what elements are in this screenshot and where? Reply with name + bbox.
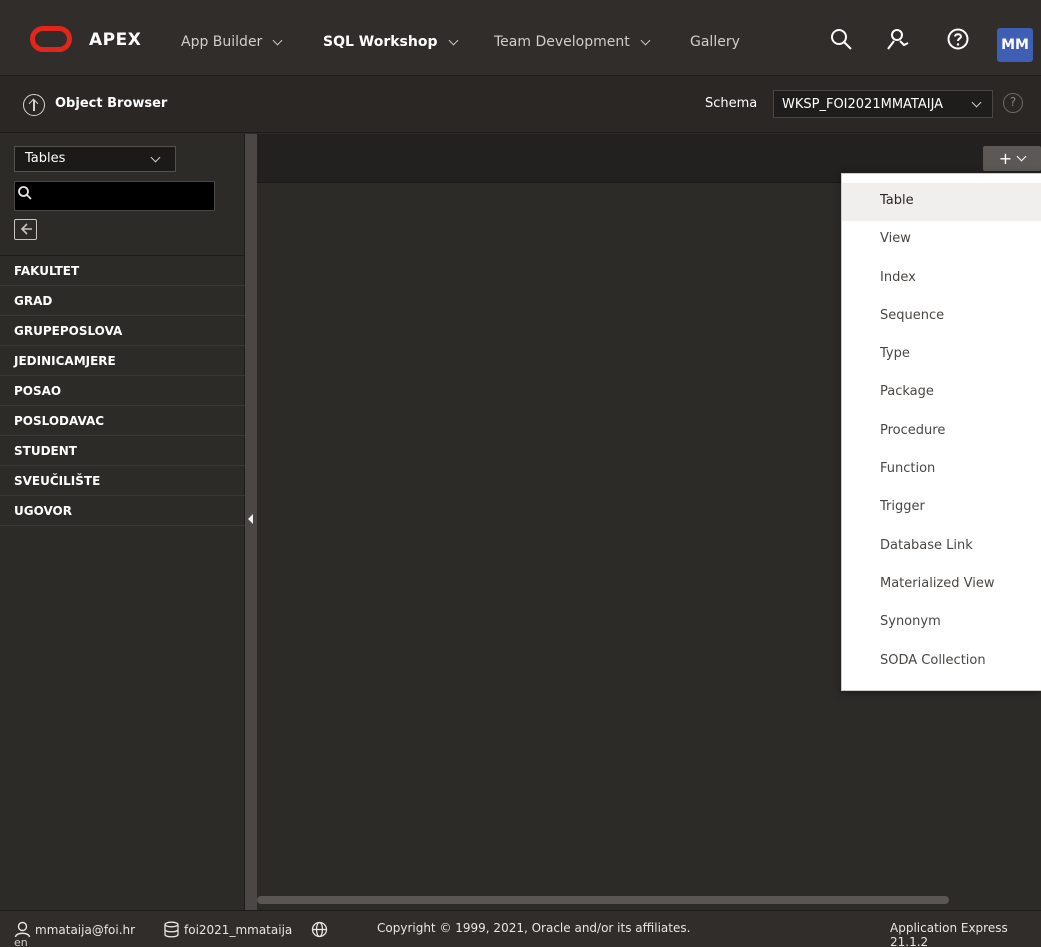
table-list-item[interactable]: POSAO <box>0 376 245 406</box>
chevron-down-icon <box>640 35 651 45</box>
menu-item-table[interactable]: Table <box>842 183 1041 222</box>
menu-item-index[interactable]: Index <box>842 260 1041 298</box>
up-arrow-icon[interactable] <box>23 94 45 116</box>
panel-splitter[interactable] <box>245 134 257 910</box>
apex-app: APEX App Builder SQL Workshop Team Devel… <box>0 0 1041 947</box>
table-list-item[interactable]: UGOVOR <box>0 496 245 526</box>
database-icon <box>164 921 179 938</box>
menu-item-database-link[interactable]: Database Link <box>842 528 1041 566</box>
nav-team-development[interactable]: Team Development <box>494 34 651 50</box>
table-list-item[interactable]: STUDENT <box>0 436 245 466</box>
table-list-item[interactable]: GRAD <box>0 286 245 316</box>
object-type-select[interactable]: Tables <box>14 146 176 172</box>
menu-item-view[interactable]: View <box>842 221 1041 259</box>
create-object-menu: Table View Index Sequence Type Package P… <box>841 173 1041 691</box>
chevron-down-icon <box>448 35 458 45</box>
copyright-text: Copyright © 1999, 2021, Oracle and/or it… <box>377 921 691 935</box>
user-icon <box>14 921 31 938</box>
footer-workspace-label: foi2021_mmataija <box>184 922 293 937</box>
brand-title[interactable]: APEX <box>89 30 141 50</box>
nav-gallery[interactable]: Gallery <box>690 34 740 50</box>
nav-label: App Builder <box>181 34 263 50</box>
table-list-item[interactable]: JEDINICAMJERE <box>0 346 245 376</box>
menu-item-trigger[interactable]: Trigger <box>842 489 1041 527</box>
object-list-panel: Tables FAKULTET GRAD GRUPEPOSLOVA JEDINI… <box>0 134 245 910</box>
menu-item-function[interactable]: Function <box>842 451 1041 489</box>
nav-label: Gallery <box>690 34 740 50</box>
schema-select[interactable]: WKSP_FOI2021MMATAIJA <box>773 90 993 118</box>
table-list-item[interactable]: FAKULTET <box>0 256 245 286</box>
admin-user-icon[interactable] <box>886 27 910 51</box>
object-search-input[interactable] <box>14 181 215 211</box>
menu-item-sequence[interactable]: Sequence <box>842 298 1041 336</box>
plus-icon: + <box>998 149 1013 168</box>
help-icon[interactable] <box>946 27 970 51</box>
menu-item-soda-collection[interactable]: SODA Collection <box>842 643 1041 681</box>
nav-sql-workshop[interactable]: SQL Workshop <box>323 34 458 50</box>
table-list-item[interactable]: SVEUČILIŠTE <box>0 466 245 496</box>
footer-user-label: mmataija@foi.hr <box>35 922 136 937</box>
collapse-left-arrow-icon[interactable] <box>248 514 253 524</box>
table-list-item[interactable]: POSLODAVAC <box>0 406 245 436</box>
footer: mmataija@foi.hr foi2021_mmataija Copyrig… <box>0 910 1041 947</box>
user-avatar[interactable]: MM <box>997 28 1033 62</box>
nav-label: Team Development <box>494 34 630 50</box>
menu-item-materialized-view[interactable]: Materialized View <box>842 566 1041 604</box>
page-title: Object Browser <box>55 96 168 111</box>
chevron-down-icon <box>1016 151 1027 162</box>
nav-app-builder[interactable]: App Builder <box>181 34 283 50</box>
schema-label: Schema <box>705 96 758 111</box>
footer-workspace[interactable]: foi2021_mmataija <box>163 921 292 938</box>
horizontal-scrollbar-thumb[interactable] <box>257 896 949 904</box>
globe-icon <box>311 921 328 938</box>
chevron-down-icon <box>971 97 982 108</box>
table-list-item[interactable]: GRUPEPOSLOVA <box>0 316 245 346</box>
menu-item-type[interactable]: Type <box>842 336 1041 374</box>
create-object-button[interactable]: + <box>983 146 1041 171</box>
menu-item-package[interactable]: Package <box>842 374 1041 412</box>
chevron-down-icon <box>150 152 161 163</box>
footer-user[interactable]: mmataija@foi.hr <box>14 921 135 938</box>
search-icon <box>18 186 32 200</box>
nav-label: SQL Workshop <box>323 34 438 50</box>
search-icon[interactable] <box>829 27 853 51</box>
object-browser-bar: Object Browser Schema WKSP_FOI2021MMATAI… <box>0 76 1041 133</box>
language-code: en <box>14 938 28 947</box>
version-text: Application Express 21.1.2 <box>890 921 1008 947</box>
menu-item-procedure[interactable]: Procedure <box>842 413 1041 451</box>
chevron-down-icon <box>272 35 283 45</box>
schema-help-icon[interactable]: ? <box>1003 93 1023 113</box>
top-header: APEX App Builder SQL Workshop Team Devel… <box>0 0 1041 76</box>
footer-language[interactable] <box>311 921 328 938</box>
menu-item-synonym[interactable]: Synonym <box>842 604 1041 642</box>
oracle-logo-icon[interactable] <box>30 26 72 52</box>
table-list: FAKULTET GRAD GRUPEPOSLOVA JEDINICAMJERE… <box>0 256 245 526</box>
collapse-tree-icon[interactable] <box>14 219 37 240</box>
object-type-value: Tables <box>25 151 66 166</box>
schema-value: WKSP_FOI2021MMATAIJA <box>782 97 944 112</box>
